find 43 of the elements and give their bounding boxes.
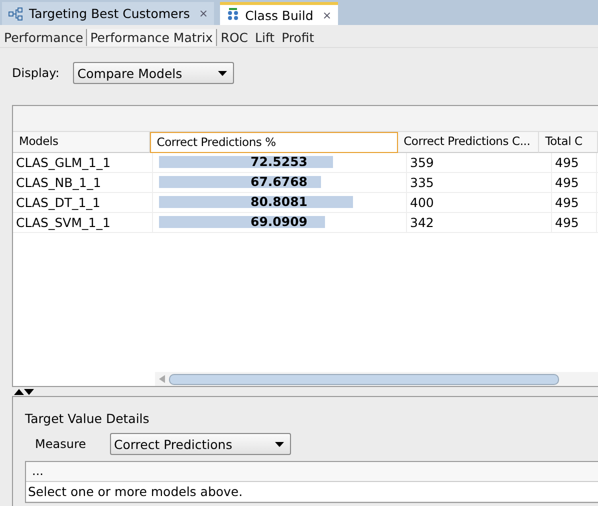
caret-icon bbox=[275, 442, 284, 446]
close-icon[interactable]: × bbox=[198, 7, 208, 20]
table-cell: 495 bbox=[552, 173, 597, 192]
details-header: ... bbox=[26, 462, 598, 482]
details-message: Select one or more models above. bbox=[26, 482, 598, 502]
measure-dropdown[interactable]: Correct Predictions bbox=[110, 433, 291, 455]
horizontal-scrollbar[interactable] bbox=[155, 372, 598, 386]
column-header[interactable]: Correct Predictions % bbox=[150, 132, 398, 153]
column-header[interactable]: Total C bbox=[539, 132, 598, 153]
editor-tab[interactable]: Targeting Best Customers × bbox=[2, 2, 214, 25]
table-cell: 342 bbox=[407, 213, 552, 232]
table-cell-text: 67.6768 bbox=[250, 174, 308, 189]
measure-label: Measure bbox=[35, 437, 86, 451]
table-cell: CLAS_NB_1_1 bbox=[13, 173, 153, 192]
table-cell: CLAS_SVM_1_1 bbox=[13, 213, 153, 232]
close-icon[interactable]: × bbox=[322, 8, 332, 22]
section-title: Target Value Details bbox=[25, 411, 150, 426]
table-cell: 495 bbox=[552, 193, 597, 212]
table-cell: 400 bbox=[407, 193, 552, 212]
view-tab[interactable]: Lift bbox=[251, 28, 278, 46]
table-cell-text: 72.5253 bbox=[250, 154, 308, 169]
view-tab[interactable]: Performance Matrix bbox=[86, 28, 217, 46]
editor-tab[interactable]: Class Build × bbox=[220, 2, 338, 25]
table-cell: 495 bbox=[552, 153, 597, 172]
workflow-icon bbox=[8, 6, 24, 20]
table-cell: CLAS_GLM_1_1 bbox=[13, 153, 153, 172]
table-cell: 335 bbox=[407, 173, 552, 192]
column-header[interactable]: Models bbox=[13, 132, 150, 153]
view-tab[interactable]: Profit bbox=[278, 28, 318, 46]
column-header[interactable]: Correct Predictions C... bbox=[398, 132, 540, 153]
display-label: Display: bbox=[12, 66, 60, 80]
table-cell-text: 69.0909 bbox=[250, 214, 308, 229]
table-cell-text: 80.8081 bbox=[250, 194, 308, 209]
table-cell: 359 bbox=[407, 153, 552, 172]
view-tab[interactable]: ROC bbox=[216, 28, 252, 46]
splitter-arrows-icon[interactable] bbox=[14, 389, 34, 395]
table-cell: 495 bbox=[552, 213, 597, 232]
nodes-icon bbox=[226, 7, 240, 23]
view-tab[interactable]: Performance bbox=[0, 28, 86, 46]
display-dropdown[interactable]: Compare Models bbox=[73, 62, 234, 84]
table-cell: CLAS_DT_1_1 bbox=[13, 193, 153, 212]
caret-icon bbox=[218, 70, 228, 76]
scroll-left-icon[interactable] bbox=[159, 375, 165, 383]
